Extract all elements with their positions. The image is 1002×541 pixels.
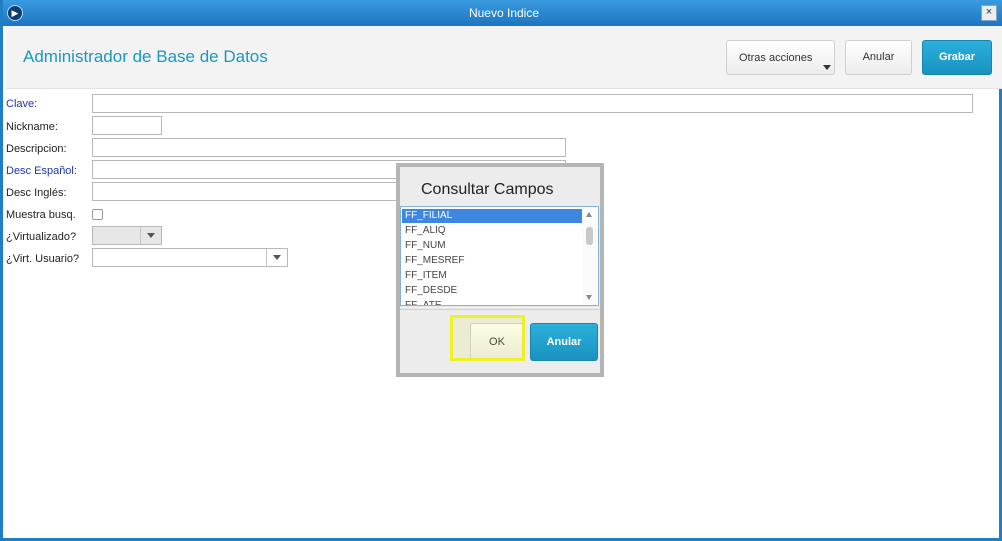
window-title: Nuevo Indice xyxy=(468,6,540,20)
page-title: Administrador de Base de Datos xyxy=(23,47,268,66)
descripcion-input[interactable] xyxy=(92,138,566,157)
campos-listbox[interactable]: FF_FILIAL FF_ALIQ FF_NUM FF_MESREF FF_IT… xyxy=(400,206,599,306)
field-label-descripcion: Descripcion: xyxy=(6,143,67,155)
page-header: Administrador de Base de Datos Otras acc… xyxy=(6,26,1002,89)
field-label-desc-ingles: Desc Inglés: xyxy=(6,187,67,199)
dialog-cancel-label: Anular xyxy=(546,336,582,348)
field-label-muestra-busq: Muestra busq. xyxy=(6,209,76,221)
virt-usuario-select[interactable] xyxy=(92,248,288,267)
listbox-scrollbar[interactable] xyxy=(582,208,597,304)
scroll-up-icon[interactable] xyxy=(586,212,592,217)
chevron-down-icon xyxy=(823,65,831,70)
cancel-button[interactable]: Anular xyxy=(845,40,912,75)
list-item[interactable]: FF_ATE xyxy=(402,299,582,305)
save-button[interactable]: Grabar xyxy=(922,40,992,75)
chevron-down-icon xyxy=(266,249,287,266)
dialog-cancel-button[interactable]: Anular xyxy=(530,323,598,361)
field-label-desc-espanol: Desc Español: xyxy=(6,165,77,177)
ok-button-highlight xyxy=(450,315,525,361)
scroll-thumb[interactable] xyxy=(586,227,593,245)
chevron-down-icon xyxy=(140,227,161,244)
list-item[interactable]: FF_ITEM xyxy=(402,269,582,283)
scroll-down-icon[interactable] xyxy=(586,295,592,300)
field-label-virt-usuario: ¿Virt. Usuario? xyxy=(6,253,80,265)
save-label: Grabar xyxy=(938,51,976,63)
dialog-title: Consultar Campos xyxy=(421,181,554,198)
more-actions-button[interactable]: Otras acciones xyxy=(726,40,835,75)
dialog-divider xyxy=(400,309,600,310)
field-label-virtualizado: ¿Virtualizado? xyxy=(6,231,77,243)
nickname-input[interactable] xyxy=(92,116,162,135)
list-item[interactable]: FF_FILIAL xyxy=(402,209,582,223)
more-actions-label: Otras acciones xyxy=(739,52,813,64)
title-bar: ▶ Nuevo Indice × xyxy=(3,0,1002,26)
list-item[interactable]: FF_NUM xyxy=(402,239,582,253)
close-icon[interactable]: × xyxy=(981,5,997,21)
field-label-clave: Clave: xyxy=(6,98,38,110)
list-item[interactable]: FF_MESREF xyxy=(402,254,582,268)
list-item[interactable]: FF_DESDE xyxy=(402,284,582,298)
field-label-nickname: Nickname: xyxy=(6,121,58,133)
clave-input[interactable] xyxy=(92,94,973,113)
virtualizado-select[interactable] xyxy=(92,226,162,245)
muestra-busq-checkbox[interactable] xyxy=(92,209,103,220)
cancel-label: Anular xyxy=(862,51,895,63)
list-item[interactable]: FF_ALIQ xyxy=(402,224,582,238)
